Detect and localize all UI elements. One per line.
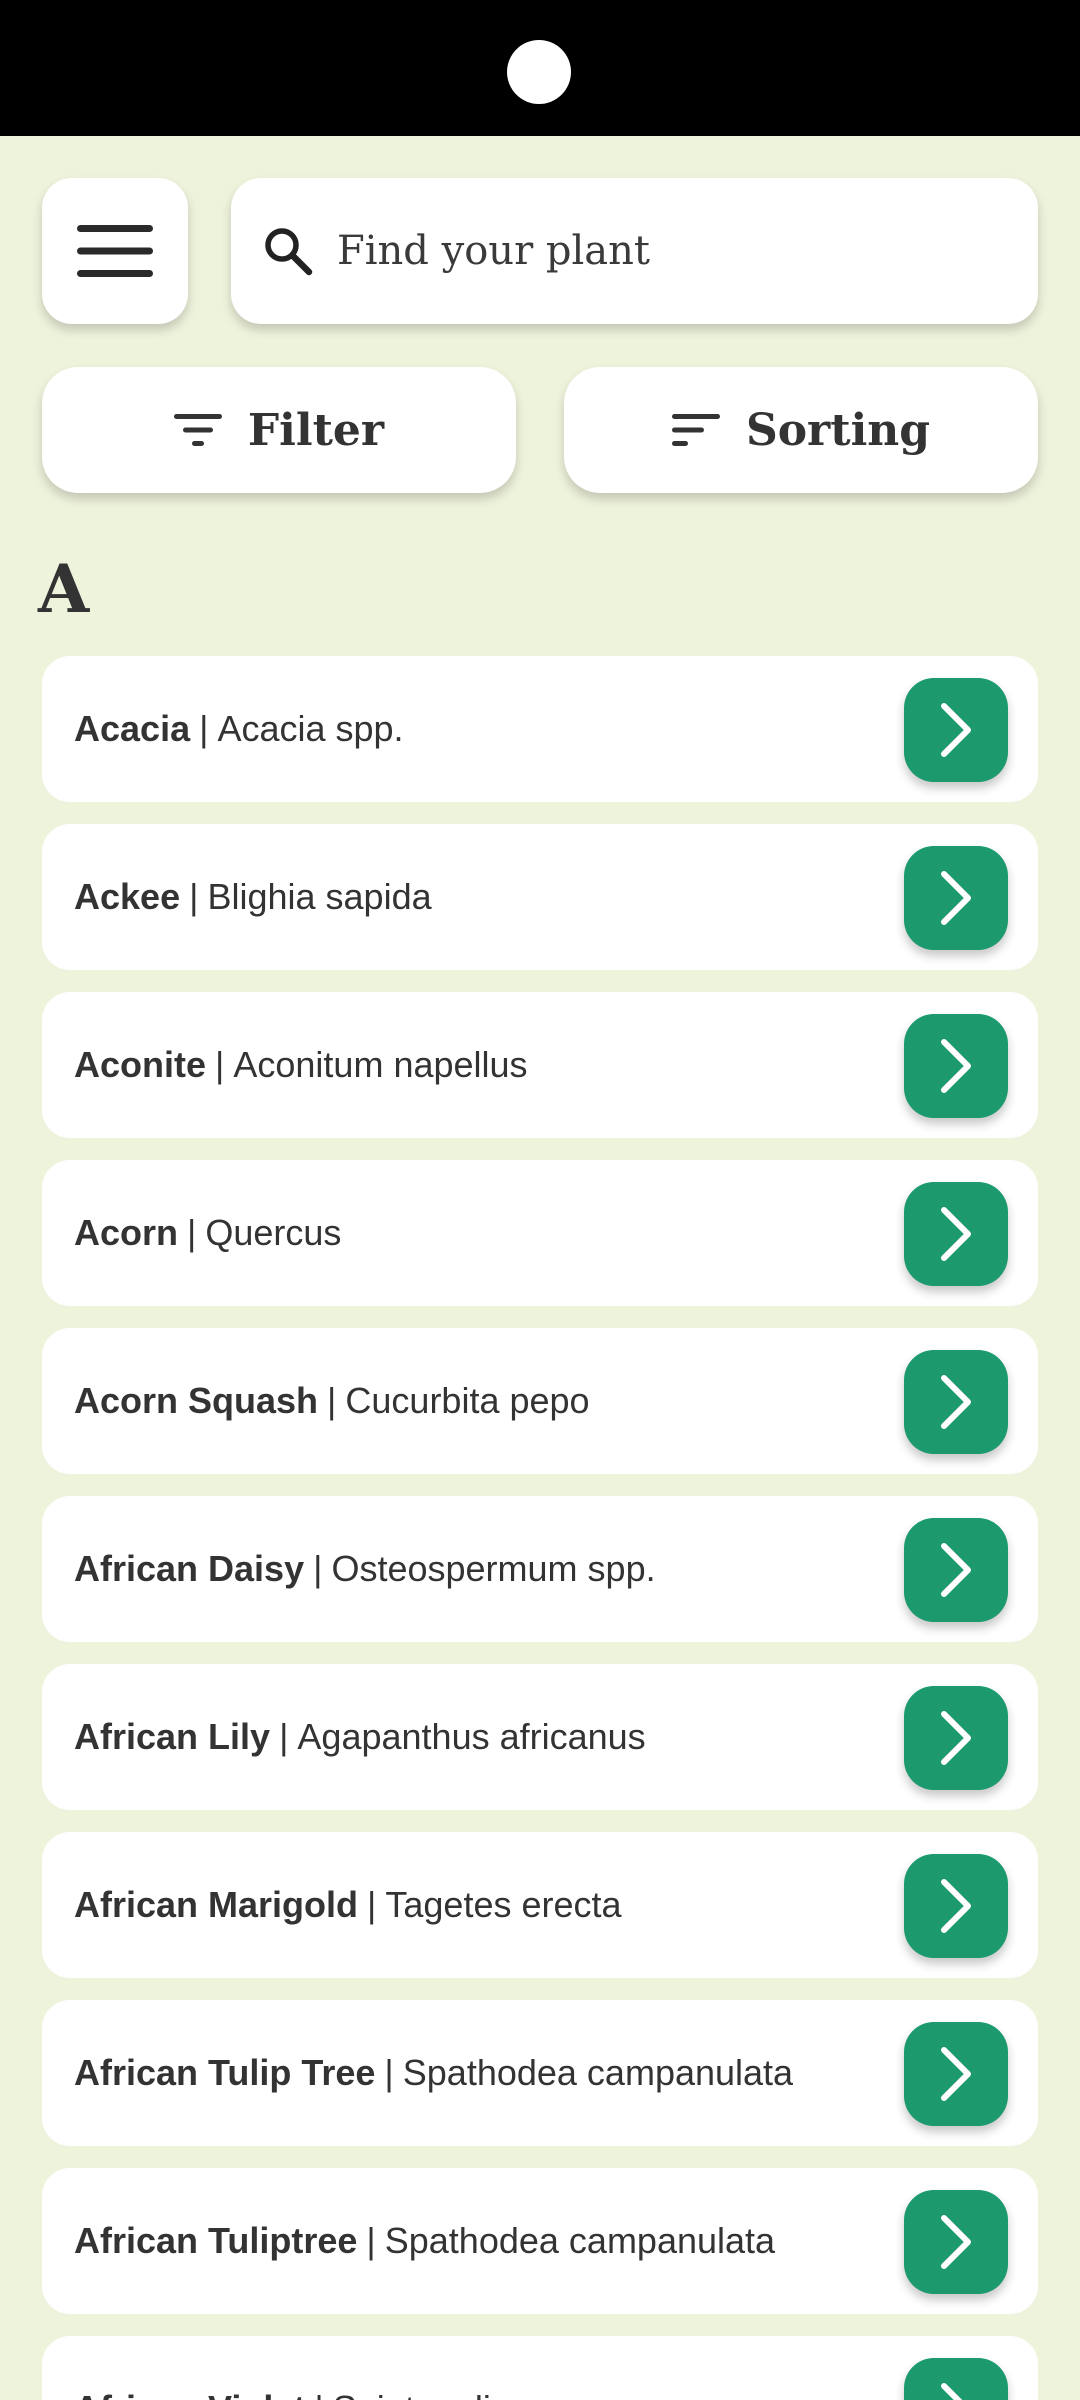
section-header: A — [38, 550, 90, 628]
name-separator: | — [366, 2220, 376, 2261]
open-plant-button[interactable] — [904, 678, 1008, 782]
chevron-right-icon — [941, 1543, 971, 1597]
plant-scientific-name: Spathodea campanulata — [384, 2220, 776, 2261]
open-plant-button[interactable] — [904, 1014, 1008, 1118]
chevron-right-icon — [941, 1711, 971, 1765]
name-separator: | — [187, 1212, 197, 1253]
name-separator: | — [314, 2388, 323, 2400]
plant-common-name: Acorn Squash — [74, 1380, 319, 1421]
search-bar[interactable] — [231, 178, 1038, 324]
plant-list: Acacia | Acacia spp. Ackee | Blighia sapida … — [42, 656, 1038, 2400]
item-text: Aconite | Aconitum napellus — [74, 992, 528, 1138]
plant-scientific-name: Acacia spp. — [217, 708, 404, 749]
item-text: African Lily | Agapanthus africanus — [74, 1664, 646, 1810]
plant-scientific-name: Blighia sapida — [207, 876, 432, 917]
plant-scientific-name: Cucurbita pepo — [345, 1380, 590, 1421]
camera-cutout — [507, 40, 571, 104]
sorting-label: Sorting — [745, 404, 931, 456]
plant-common-name: African Marigold — [74, 1884, 359, 1925]
name-separator: | — [313, 1548, 323, 1589]
plant-common-name: Acorn — [74, 1212, 179, 1253]
plant-scientific-name: Quercus — [205, 1212, 342, 1253]
plant-common-name: African Daisy — [74, 1548, 305, 1589]
name-separator: | — [384, 2052, 394, 2093]
plant-common-name: Ackee — [74, 876, 181, 917]
open-plant-button[interactable] — [904, 1182, 1008, 1286]
open-plant-button[interactable] — [904, 2022, 1008, 2126]
item-text: African Violet | Saintpaulia — [74, 2336, 511, 2400]
chevron-right-icon — [941, 703, 971, 757]
open-plant-button[interactable] — [904, 2358, 1008, 2400]
list-item[interactable]: African Daisy | Osteospermum spp. — [42, 1496, 1038, 1642]
open-plant-button[interactable] — [904, 1518, 1008, 1622]
chevron-right-icon — [941, 1375, 971, 1429]
plant-scientific-name: Saintpaulia — [333, 2388, 511, 2400]
name-separator: | — [367, 1884, 377, 1925]
name-separator: | — [189, 876, 199, 917]
list-item[interactable]: African Tulip Tree | Spathodea campanulata — [42, 2000, 1038, 2146]
open-plant-button[interactable] — [904, 2190, 1008, 2294]
list-item[interactable]: Acacia | Acacia spp. — [42, 656, 1038, 802]
name-separator: | — [327, 1380, 337, 1421]
plant-scientific-name: Osteospermum spp. — [331, 1548, 656, 1589]
open-plant-button[interactable] — [904, 1854, 1008, 1958]
sorting-button[interactable]: Sorting — [564, 367, 1038, 493]
menu-button[interactable] — [42, 178, 188, 324]
chevron-right-icon — [941, 2215, 971, 2269]
plant-scientific-name: Tagetes erecta — [385, 1884, 622, 1925]
list-item[interactable]: African Tuliptree | Spathodea campanulata — [42, 2168, 1038, 2314]
chevron-right-icon — [941, 1879, 971, 1933]
list-item[interactable]: Acorn Squash | Cucurbita pepo — [42, 1328, 1038, 1474]
plant-scientific-name: Spathodea campanulata — [402, 2052, 794, 2093]
plant-common-name: African Tuliptree — [74, 2220, 358, 2261]
open-plant-button[interactable] — [904, 1686, 1008, 1790]
item-text: African Tuliptree | Spathodea campanulata — [74, 2168, 775, 2314]
plant-scientific-name: Aconitum napellus — [233, 1044, 528, 1085]
item-text: African Marigold | Tagetes erecta — [74, 1832, 622, 1978]
plant-common-name: Aconite — [74, 1044, 207, 1085]
name-separator: | — [199, 708, 209, 749]
plant-common-name: African Violet — [74, 2388, 305, 2400]
chevron-right-icon — [941, 2047, 971, 2101]
list-item[interactable]: African Violet | Saintpaulia — [42, 2336, 1038, 2400]
plant-scientific-name: Agapanthus africanus — [297, 1716, 646, 1757]
filter-icon — [173, 414, 222, 446]
chevron-right-icon — [941, 1207, 971, 1261]
item-text: Acorn Squash | Cucurbita pepo — [74, 1328, 590, 1474]
list-item[interactable]: Aconite | Aconitum napellus — [42, 992, 1038, 1138]
list-item[interactable]: African Marigold | Tagetes erecta — [42, 1832, 1038, 1978]
chevron-right-icon — [941, 2383, 963, 2400]
item-text: African Tulip Tree | Spathodea campanulata — [74, 2000, 793, 2146]
phone-screen: Filter Sorting A Acacia|Acacia spp. — [0, 0, 1080, 2400]
filter-label: Filter — [247, 404, 385, 456]
open-plant-button[interactable] — [904, 846, 1008, 950]
open-plant-button[interactable] — [904, 1350, 1008, 1454]
sort-icon — [671, 414, 720, 446]
plant-browser: Filter Sorting A Acacia|Acacia spp. — [0, 136, 1080, 2400]
plant-common-name: African Lily — [74, 1716, 271, 1757]
menu-icon — [77, 225, 153, 277]
item-text: Acacia | Acacia spp. — [74, 656, 404, 802]
item-text: Acorn | Quercus — [74, 1160, 341, 1306]
name-separator: | — [215, 1044, 225, 1085]
chevron-right-icon — [941, 1039, 971, 1093]
list-item[interactable]: Ackee | Blighia sapida — [42, 824, 1038, 970]
list-item[interactable]: African Lily | Agapanthus africanus — [42, 1664, 1038, 1810]
filter-button[interactable]: Filter — [42, 367, 516, 493]
name-separator: | — [279, 1716, 289, 1757]
search-icon — [255, 218, 321, 284]
item-text: Ackee | Blighia sapida — [74, 824, 432, 970]
list-item[interactable]: Acorn | Quercus — [42, 1160, 1038, 1306]
search-input[interactable] — [335, 227, 1019, 275]
plant-common-name: Acacia — [74, 708, 191, 749]
item-text: African Daisy | Osteospermum spp. — [74, 1496, 656, 1642]
plant-common-name: African Tulip Tree — [74, 2052, 376, 2093]
status-bar — [0, 0, 1080, 136]
chevron-right-icon — [941, 871, 971, 925]
